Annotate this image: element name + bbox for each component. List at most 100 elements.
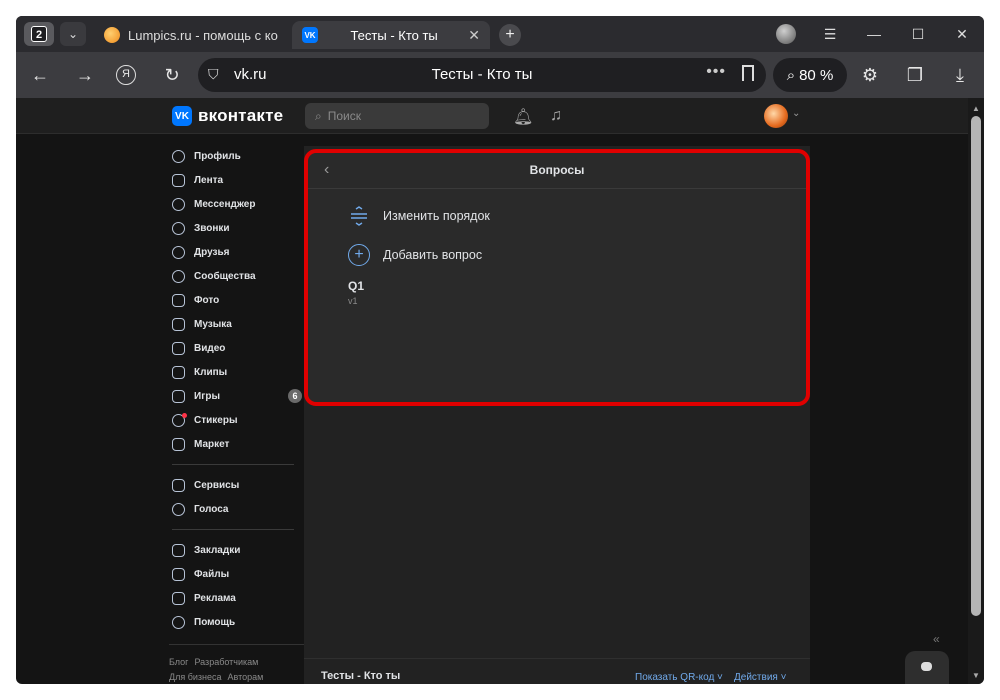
games-badge: 6 — [288, 389, 302, 403]
menu-item-services[interactable]: Сервисы — [172, 473, 302, 497]
zoom-icon: ⌕ — [786, 66, 796, 84]
vk-user-avatar[interactable] — [764, 104, 788, 128]
menu-label: Маркет — [194, 438, 230, 450]
votes-icon — [172, 502, 185, 516]
menu-item-ads[interactable]: Реклама — [172, 586, 302, 610]
menu-item-friends[interactable]: Друзья — [172, 240, 302, 264]
browser-toolbar: ← → Я ↻ ⛉ vk.ru Тесты - Кто ты ••• ⌕ 80 %… — [16, 52, 984, 98]
menu-divider — [172, 464, 294, 465]
menu-item-market[interactable]: Маркет — [172, 432, 302, 456]
menu-label: Стикеры — [194, 414, 238, 426]
tabs-dropdown-icon[interactable]: ⌄ — [60, 22, 86, 46]
menu-item-clips[interactable]: Клипы — [172, 360, 302, 384]
tab-counter-button[interactable]: 2 — [24, 22, 54, 46]
menu-label: Голоса — [194, 503, 229, 515]
yandex-icon[interactable]: Я — [116, 65, 136, 85]
menu-label: Мессенджер — [194, 198, 256, 210]
change-order-button[interactable]: Изменить порядок — [348, 205, 490, 227]
maximize-icon[interactable]: ☐ — [896, 26, 940, 43]
menu-item-bookmarks[interactable]: Закладки — [172, 538, 302, 562]
notifications-bell-icon[interactable]: 🔔︎ — [513, 107, 533, 127]
files-icon — [172, 567, 185, 581]
menu-item-messenger[interactable]: Мессенджер — [172, 192, 302, 216]
reload-icon[interactable]: ↻ — [160, 63, 184, 87]
chat-button[interactable] — [905, 651, 949, 684]
scroll-thumb[interactable] — [971, 116, 981, 616]
app-title: Тесты - Кто ты — [321, 670, 401, 682]
menu-label: Помощь — [194, 616, 236, 628]
search-icon: ⌕ — [315, 108, 322, 123]
question-title[interactable]: Q1 — [348, 279, 364, 293]
zoom-button[interactable]: ⌕ 80 % — [773, 58, 847, 92]
menu-label: Профиль — [194, 150, 241, 162]
address-bar[interactable]: ⛉ vk.ru Тесты - Кто ты ••• — [198, 58, 766, 92]
menu-item-feed[interactable]: Лента — [172, 168, 302, 192]
tab-close-icon[interactable]: ✕ — [468, 27, 480, 44]
menu-item-profile[interactable]: Профиль — [172, 144, 302, 168]
vk-logo[interactable]: VK вконтакте — [172, 106, 283, 126]
menu-divider — [172, 529, 294, 530]
page-scrollbar[interactable]: ▲ ▼ — [968, 98, 984, 684]
add-circle-icon: + — [348, 244, 370, 266]
browser-menu-icon[interactable]: ☰ — [808, 26, 852, 43]
chat-icon — [921, 662, 932, 671]
chevron-down-icon[interactable]: ⌄ — [792, 108, 800, 119]
actions-link[interactable]: Действия ˅ — [734, 672, 786, 683]
add-question-button[interactable]: + Добавить вопрос — [348, 244, 482, 266]
show-qr-link[interactable]: Показать QR-код ˅ — [635, 672, 723, 683]
communities-icon — [172, 269, 185, 283]
vk-search-input[interactable]: ⌕ Поиск — [305, 103, 489, 129]
menu-item-photo[interactable]: Фото — [172, 288, 302, 312]
menu-label: Фото — [194, 294, 220, 306]
profile-icon — [172, 149, 185, 163]
app-footer-bar: Тесты - Кто ты Показать QR-код ˅ Действи… — [304, 658, 810, 684]
close-window-icon[interactable]: ✕ — [940, 26, 984, 43]
market-icon — [172, 437, 185, 451]
music-icon — [172, 317, 185, 331]
friends-icon — [172, 245, 185, 259]
ads-icon — [172, 591, 185, 605]
footer-link-developers[interactable]: Разработчикам — [194, 657, 258, 667]
more-icon[interactable]: ••• — [706, 63, 726, 81]
vk-favicon-icon: VK — [302, 27, 318, 43]
menu-item-calls[interactable]: Звонки — [172, 216, 302, 240]
menu-item-communities[interactable]: Сообщества — [172, 264, 302, 288]
tab-vk-tests[interactable]: VK Тесты - Кто ты ✕ — [292, 21, 490, 49]
footer-link-blog[interactable]: Блог — [169, 657, 188, 667]
menu-item-video[interactable]: Видео — [172, 336, 302, 360]
new-tab-button[interactable]: + — [499, 24, 521, 46]
browser-profile-avatar[interactable] — [776, 24, 796, 44]
download-icon[interactable]: ⤓ — [948, 63, 972, 87]
tab-lumpics[interactable]: Lumpics.ru - помощь с ко — [94, 21, 290, 49]
menu-label: Звонки — [194, 222, 230, 234]
extensions-icon[interactable]: ⚙ — [858, 63, 882, 87]
back-icon[interactable]: ← — [28, 63, 52, 87]
lumpics-favicon-icon — [104, 27, 120, 43]
minimize-icon[interactable]: — — [852, 26, 896, 42]
vk-footer-links: Блог Разработчикам Для бизнеса Авторам — [169, 644, 319, 684]
collections-icon[interactable]: ❐ — [903, 63, 927, 87]
menu-item-stickers[interactable]: Стикеры — [172, 408, 302, 432]
menu-label: Лента — [194, 174, 224, 186]
collapse-double-chevron-icon[interactable]: « — [933, 632, 940, 646]
tab-count: 2 — [31, 26, 47, 42]
menu-item-help[interactable]: Помощь — [172, 610, 302, 634]
menu-item-games[interactable]: Игры 6 — [172, 384, 302, 408]
menu-label: Сообщества — [194, 270, 256, 282]
add-question-label: Добавить вопрос — [383, 248, 483, 262]
menu-item-files[interactable]: Файлы — [172, 562, 302, 586]
scroll-down-icon[interactable]: ▼ — [972, 671, 980, 680]
bookmark-icon[interactable] — [742, 65, 754, 81]
music-player-icon[interactable]: ♫ — [550, 107, 562, 125]
scroll-up-icon[interactable]: ▲ — [972, 104, 980, 113]
menu-item-music[interactable]: Музыка — [172, 312, 302, 336]
forward-icon[interactable]: → — [73, 63, 97, 87]
vk-header: VK вконтакте ⌕ Поиск 🔔︎ ♫ ⌄ — [16, 98, 968, 134]
footer-link-business[interactable]: Для бизнеса — [169, 672, 222, 682]
services-icon — [172, 478, 185, 492]
clips-icon — [172, 365, 185, 379]
menu-item-votes[interactable]: Голоса — [172, 497, 302, 521]
footer-link-authors[interactable]: Авторам — [228, 672, 264, 682]
window-controls: ☰ — ☐ ✕ — [764, 16, 984, 52]
question-subtitle: v1 — [348, 296, 358, 306]
